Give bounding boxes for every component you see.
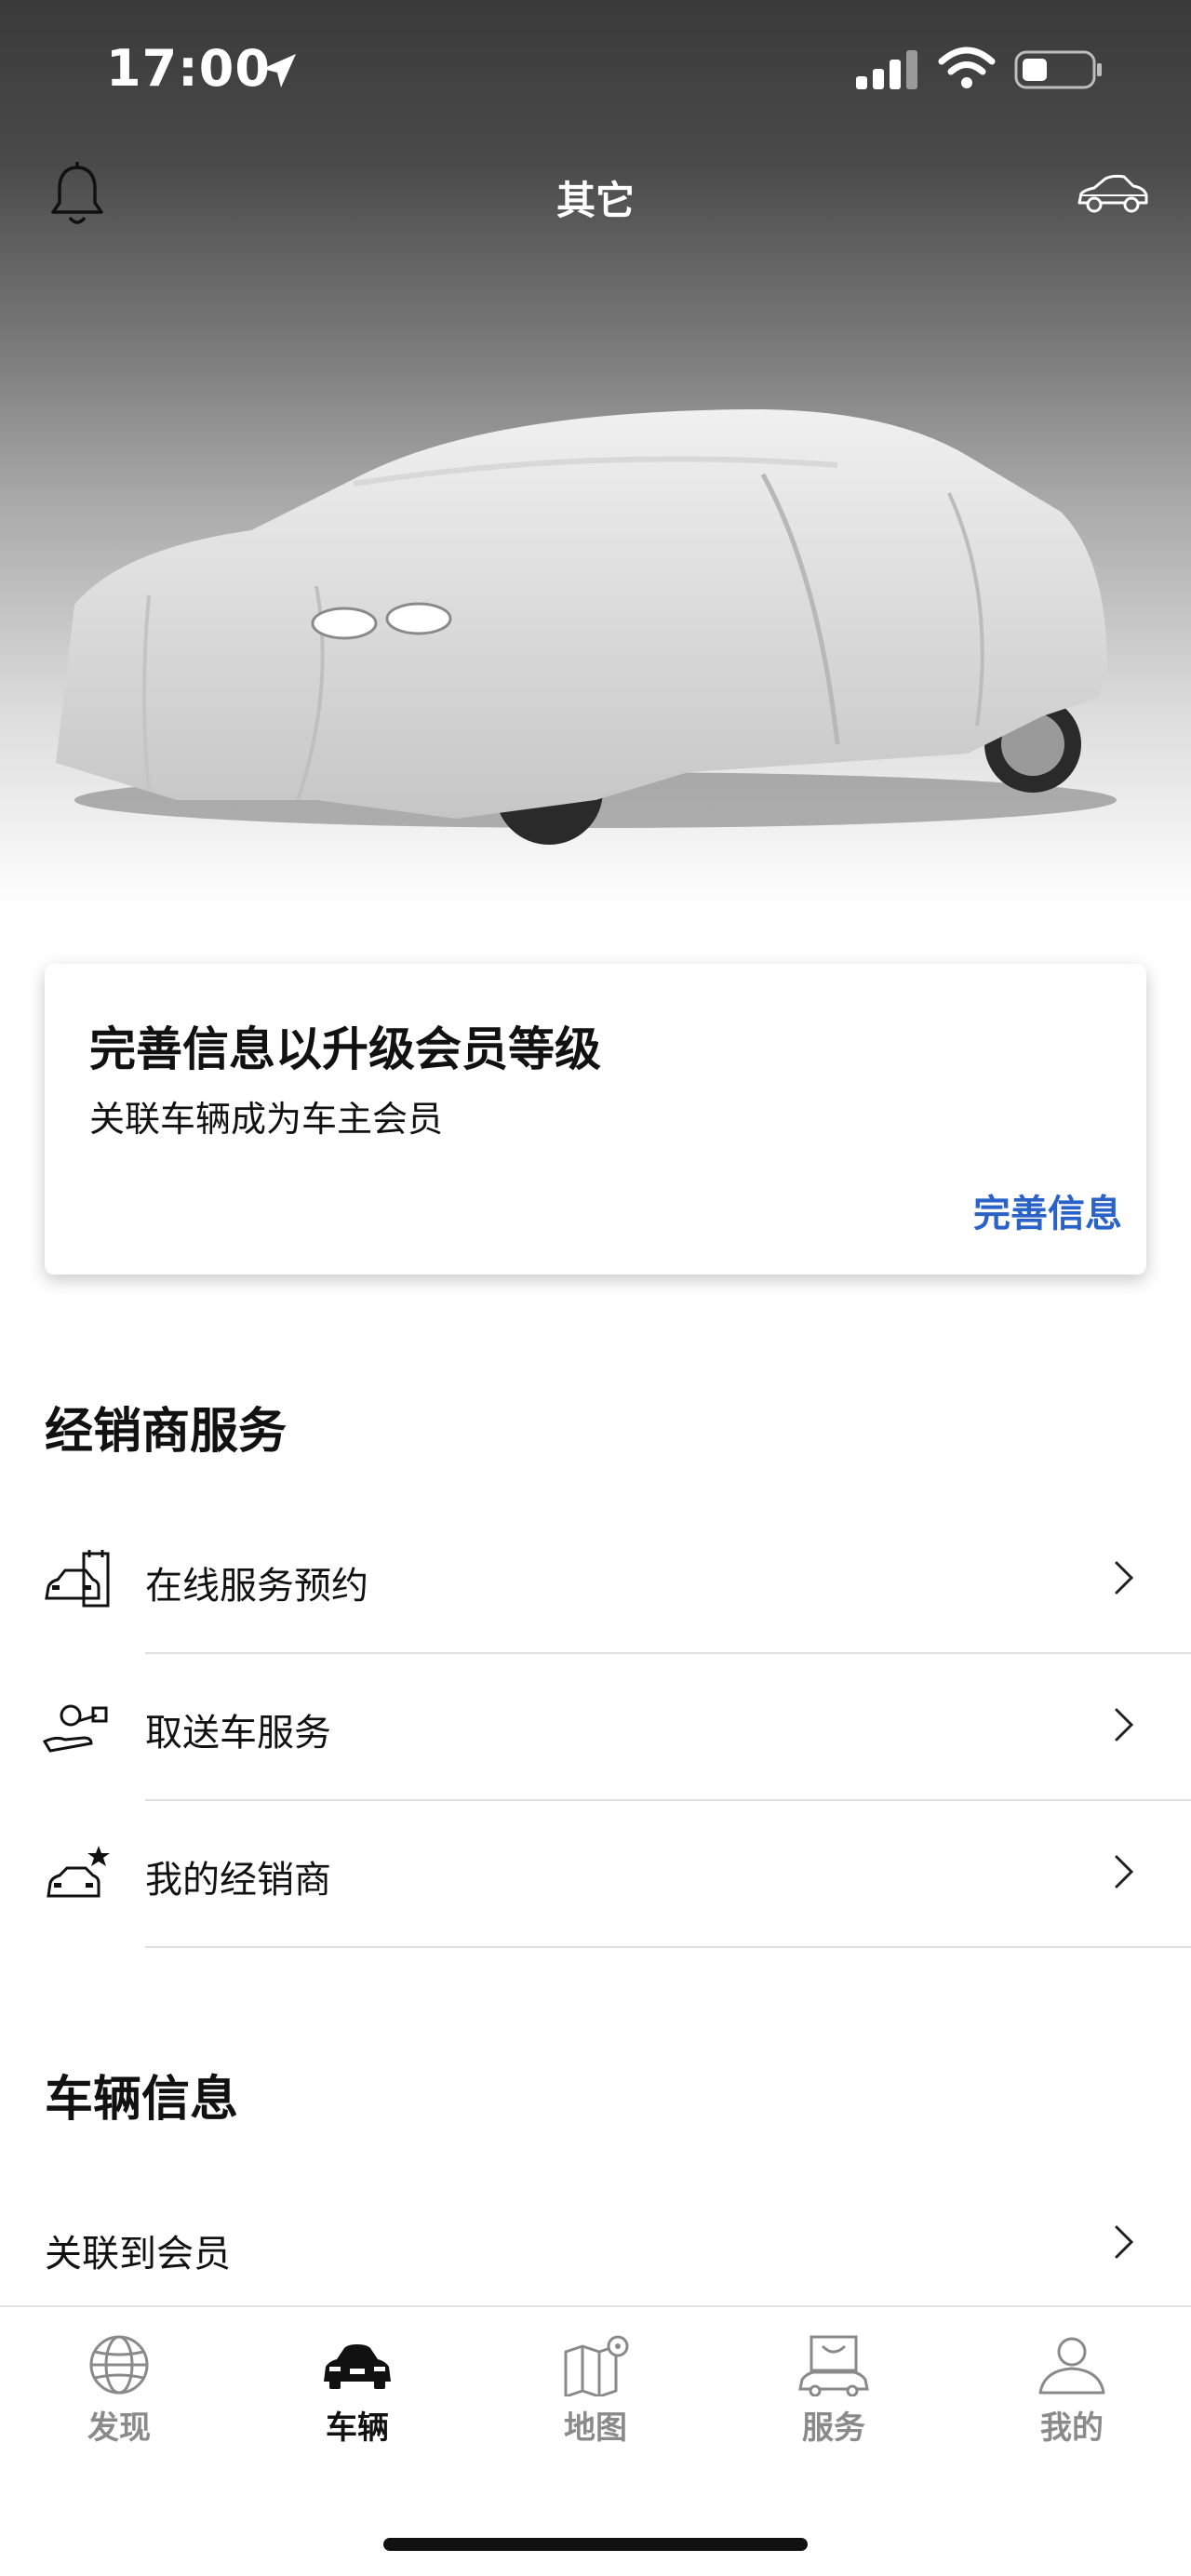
tab-label: 车辆 [326,2409,389,2447]
divider [145,1946,1191,1948]
status-bar: 17:00 [0,0,1191,140]
row-label: 关联到会员 [45,2233,231,2276]
row-label: 在线服务预约 [145,1565,368,1608]
complete-info-link[interactable]: 完善信息 [973,1183,1122,1237]
chevron-right-icon [1115,2225,1134,2259]
tab-label: 我的 [1040,2409,1104,2447]
person-icon [1038,2337,1105,2395]
bottom-tab-bar: 发现 车辆 地图 服务 我的 [0,2305,1191,2576]
page-title: 其它 [555,178,635,223]
tab-label: 地图 [564,2409,627,2447]
status-time: 17:00 [106,39,271,98]
dealer-services-heading: 经销商服务 [45,1404,288,1460]
row-label: 我的经销商 [145,1859,331,1902]
tab-map[interactable]: 地图 [502,2333,689,2463]
car-icon [324,2344,391,2389]
battery-icon [1014,50,1102,89]
cellular-signal-icon [856,50,917,89]
home-indicator [383,2538,808,2551]
hero-banner: 17:00 其它 [0,0,1191,912]
tab-profile[interactable]: 我的 [979,2333,1165,2463]
upgrade-membership-card: 完善信息以升级会员等级 关联车辆成为车主会员 完善信息 [45,964,1146,1275]
car-star-icon [47,1846,110,1898]
card-title: 完善信息以升级会员等级 [89,1022,601,1076]
key-handover-icon [43,1704,108,1753]
car-calendar-icon [45,1550,110,1608]
tab-label: 服务 [802,2409,865,2447]
tab-discover[interactable]: 发现 [26,2333,212,2463]
chevron-right-icon [1115,1855,1134,1889]
vehicle-info-heading: 车辆信息 [45,2072,239,2128]
map-icon [564,2335,629,2396]
list-item-my-dealer[interactable]: 我的经销商 [0,1801,1191,1948]
covered-car-image [56,409,1117,845]
app-header: 其它 [0,149,1191,242]
shopping-bag-icon [798,2335,869,2396]
tab-services[interactable]: 服务 [741,2333,927,2463]
car-switch-icon[interactable] [1076,171,1150,218]
globe-icon [89,2335,149,2395]
row-label: 取送车服务 [145,1712,331,1755]
list-item-pickup-delivery[interactable]: 取送车服务 [0,1654,1191,1801]
wifi-icon [938,47,996,88]
chevron-right-icon [1115,1708,1134,1742]
tab-vehicle[interactable]: 车辆 [264,2333,450,2463]
location-arrow-icon [262,54,296,87]
list-item-online-booking[interactable]: 在线服务预约 [0,1507,1191,1654]
chevron-right-icon [1115,1561,1134,1595]
tab-label: 发现 [87,2409,151,2447]
card-subtitle: 关联车辆成为车主会员 [89,1099,444,1140]
list-item-link-membership[interactable]: 关联到会员 [0,2175,1191,2305]
